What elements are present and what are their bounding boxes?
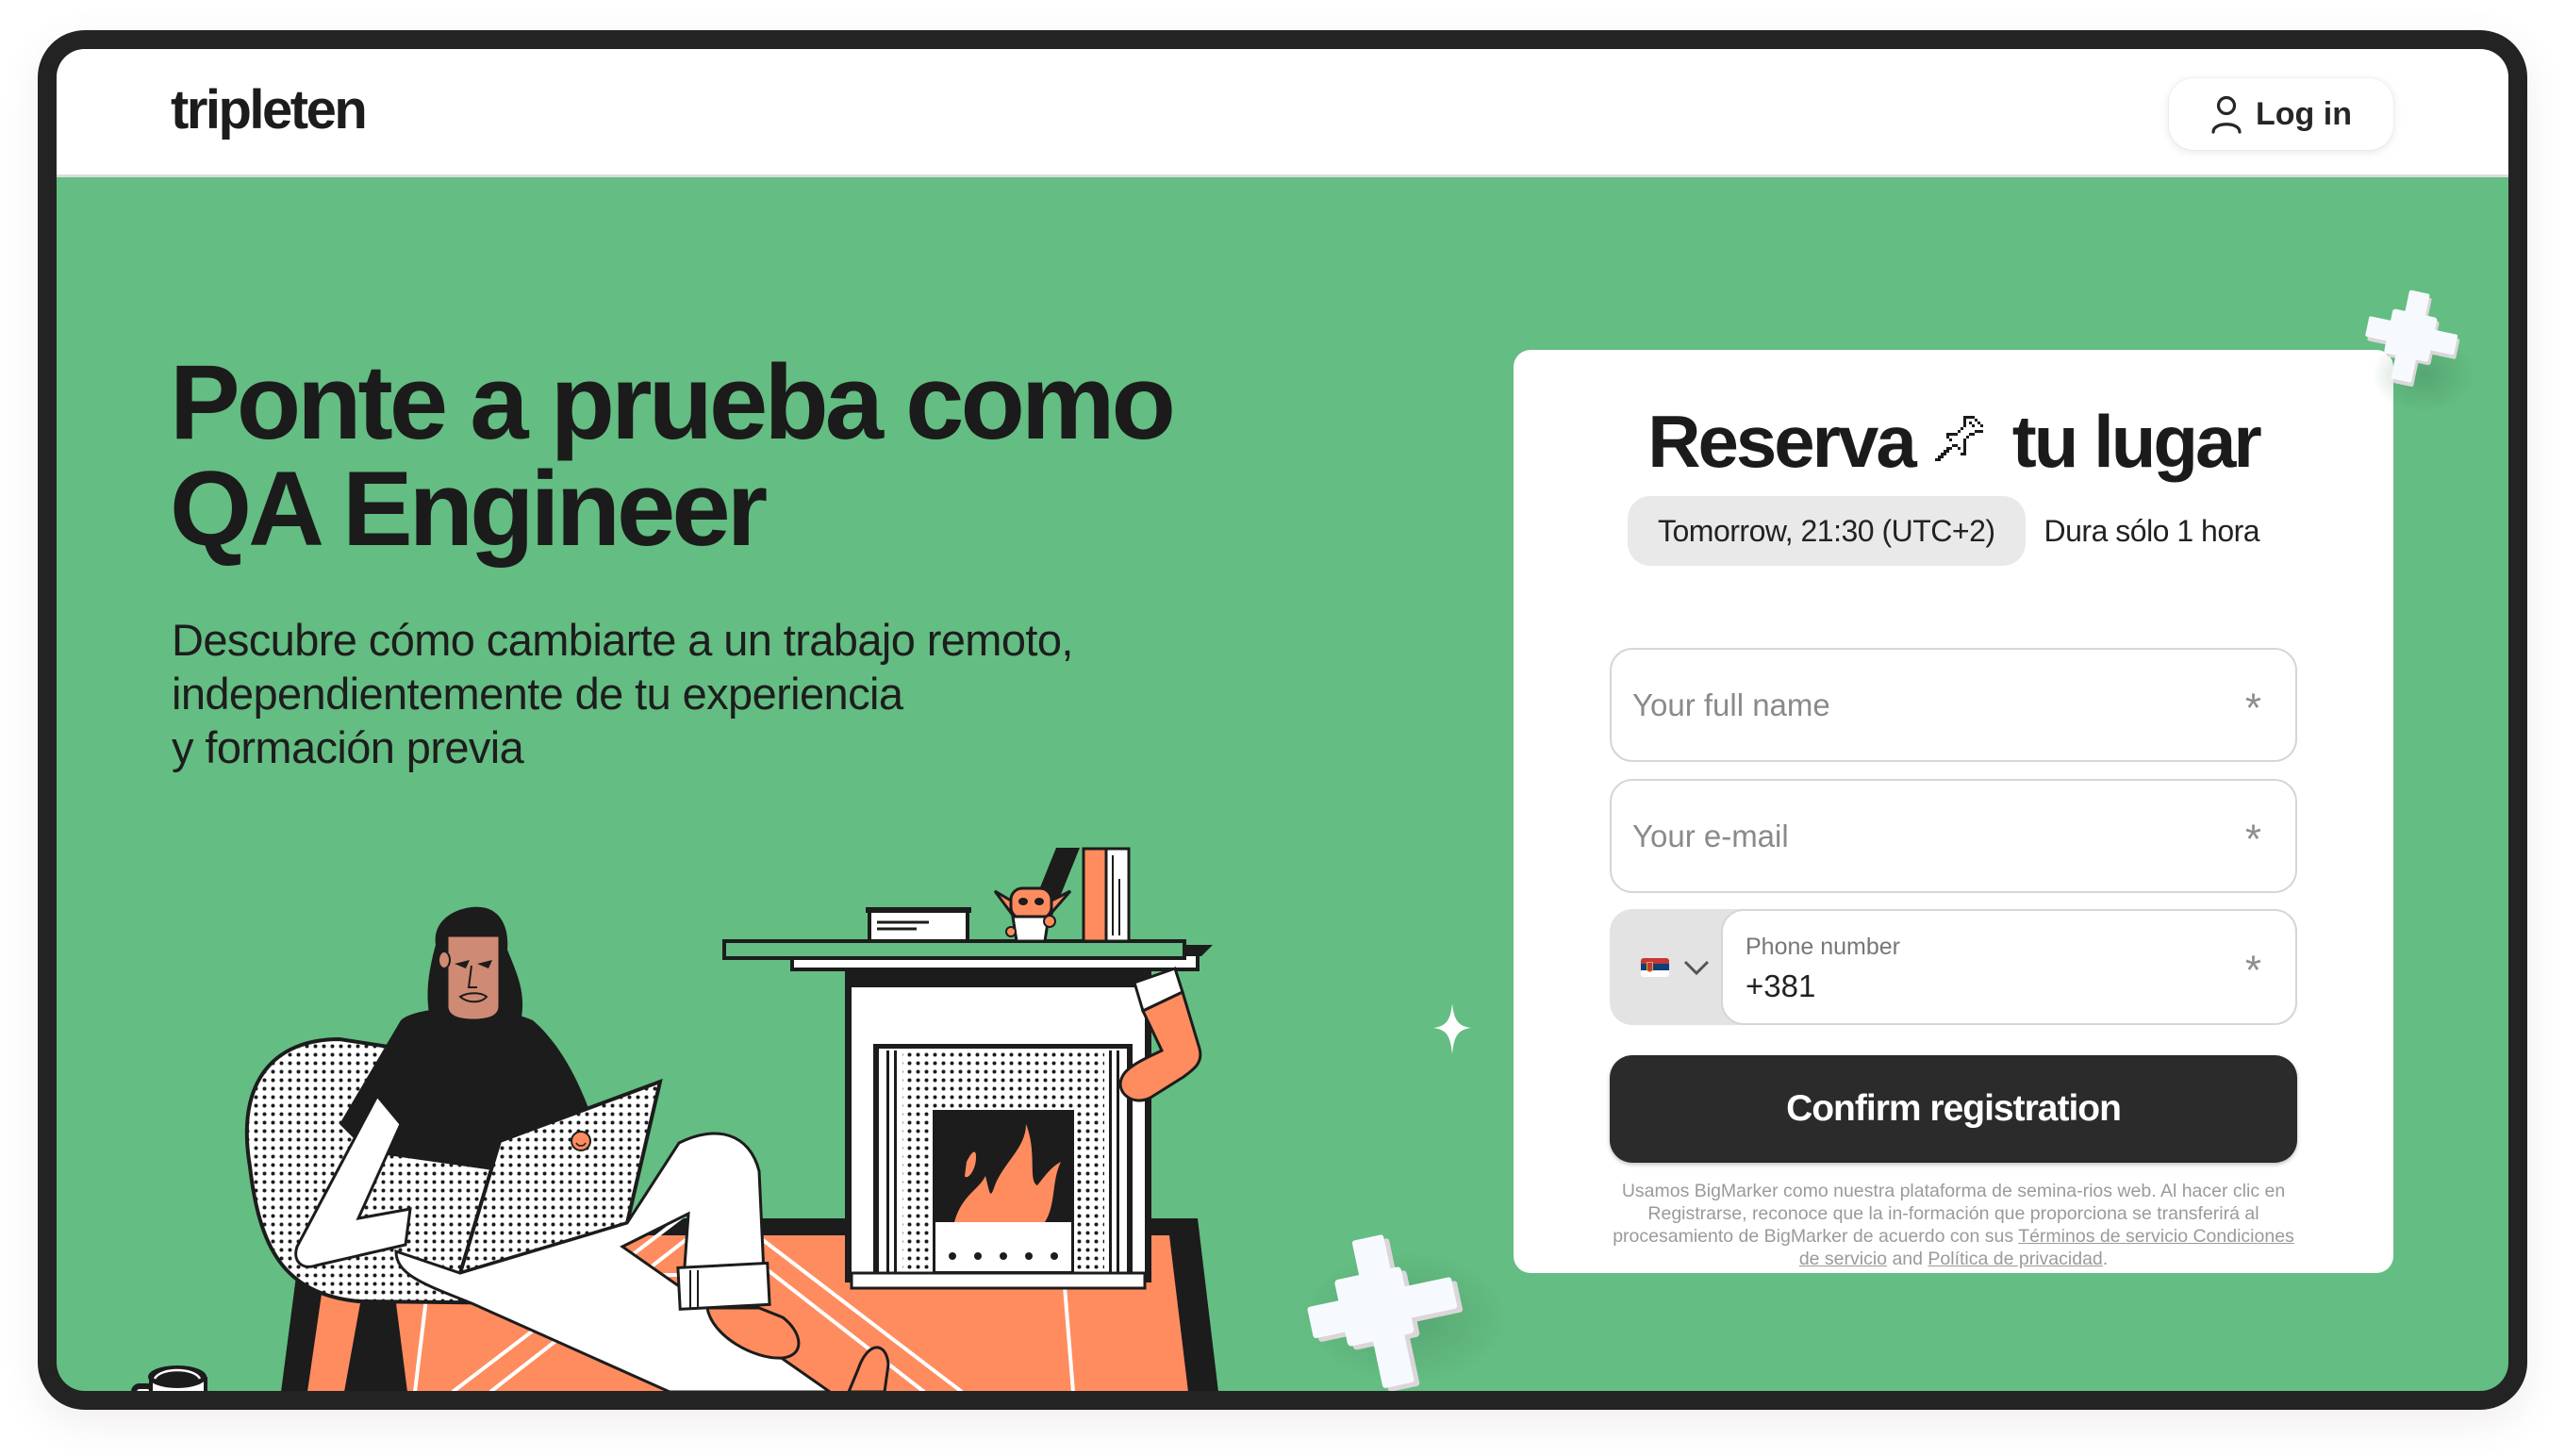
privacy-policy-link[interactable]: Política de privacidad: [1928, 1249, 2102, 1269]
registration-title: Reserva tu lugar: [1514, 399, 2393, 484]
privacy-disclaimer: Usamos BigMarker como nuestra plataforma…: [1600, 1180, 2307, 1270]
full-name-input[interactable]: [1632, 650, 2236, 760]
event-duration: Dura sólo 1 hora: [2044, 513, 2260, 548]
small-sparkle-icon: [1433, 1003, 1471, 1054]
disclaimer-text: .: [2102, 1249, 2109, 1269]
hero-subtitle: Descubre cómo cambiarte a un trabajo rem…: [172, 613, 1256, 774]
login-button[interactable]: Log in: [2169, 78, 2393, 150]
hero-subtitle-line: independientemente de tu experiencia: [172, 669, 903, 719]
pushpin-icon: [1934, 416, 1983, 461]
login-label: Log in: [2256, 95, 2352, 132]
chevron-down-icon: [1683, 960, 1710, 975]
device-frame: tripleten Log in Ponte a prueba como QA …: [38, 30, 2527, 1410]
registration-card: Reserva tu lugar Tomorrow, 21:30 (UTC+2)…: [1514, 350, 2393, 1273]
coffee-mug: [131, 1365, 207, 1391]
rug: [281, 1195, 1218, 1391]
confirm-registration-button[interactable]: Confirm registration: [1610, 1055, 2297, 1163]
user-icon: [2211, 95, 2242, 134]
page-viewport: tripleten Log in Ponte a prueba como QA …: [57, 49, 2508, 1391]
large-3d-plus-icon: [1307, 1234, 1464, 1391]
serbia-flag-icon: [1641, 957, 1669, 977]
hero-title-line-2: QA Engineer: [170, 450, 768, 568]
required-asterisk: *: [2244, 816, 2261, 863]
baby-yoda-figurine: [993, 886, 1072, 943]
required-asterisk: *: [2244, 685, 2261, 732]
full-name-field: *: [1610, 648, 2297, 762]
hero-subtitle-line: y formación previa: [172, 722, 524, 772]
phone-field-group: Phone number *: [1610, 909, 2297, 1025]
fireplace: [722, 939, 1213, 1290]
hero-title-line-1: Ponte a prueba como: [170, 343, 1176, 461]
title-text-after: tu lugar: [2011, 400, 2262, 483]
stocking: [1118, 967, 1202, 1102]
event-meta: Tomorrow, 21:30 (UTC+2) Dura sólo 1 hora: [1628, 496, 2260, 566]
fire: [954, 1124, 1061, 1222]
hero-title: Ponte a prueba como QA Engineer: [170, 349, 1301, 562]
mantel-books: [866, 847, 1131, 943]
disclaimer-text: and: [1887, 1249, 1928, 1269]
site-header: tripleten Log in: [57, 49, 2508, 177]
phone-label: Phone number: [1746, 934, 1901, 960]
person-with-laptop: [294, 906, 890, 1391]
phone-input[interactable]: [1746, 966, 2217, 1007]
event-date-badge: Tomorrow, 21:30 (UTC+2): [1628, 496, 2026, 566]
title-text-before: Reserva: [1647, 400, 1917, 483]
required-asterisk: *: [2244, 947, 2261, 994]
hero-subtitle-line: Descubre cómo cambiarte a un trabajo rem…: [172, 615, 1073, 665]
email-input[interactable]: [1632, 781, 2236, 891]
phone-field: Phone number *: [1721, 909, 2297, 1025]
email-field: *: [1610, 779, 2297, 893]
tripleten-logo[interactable]: tripleten: [171, 83, 368, 138]
armchair: [244, 1036, 597, 1391]
